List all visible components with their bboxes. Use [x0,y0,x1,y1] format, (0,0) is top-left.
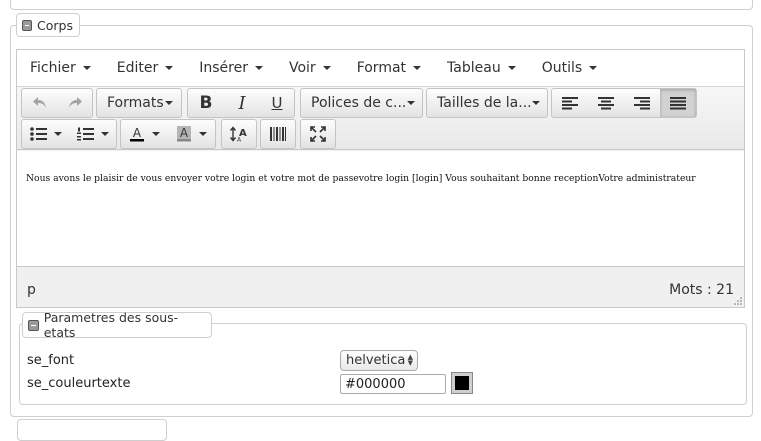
history-group [21,88,93,118]
next-fieldset-legend [17,419,167,441]
caret-down-icon [589,66,598,70]
bold-button[interactable]: B [188,89,224,117]
select-arrows-icon: ▲ ▼ [407,353,413,367]
top-panel [10,0,753,10]
color-group: A A [120,119,216,149]
undo-icon [33,97,46,108]
caret-down-icon [54,132,62,136]
list-group [21,119,117,149]
align-center-icon [598,97,614,110]
caret-down-icon [507,66,516,70]
svg-text:A: A [180,126,189,140]
alignment-group [551,88,697,118]
align-center-button[interactable] [588,89,624,117]
align-left-icon [562,97,578,110]
menu-inserer[interactable]: Insérer [186,50,276,86]
italic-button[interactable]: I [224,89,260,117]
word-count: Mots : 21 [669,282,734,298]
menu-tableau[interactable]: Tableau [434,50,529,86]
text-color-icon: A [130,126,144,142]
underline-button[interactable]: U [260,89,294,117]
formats-dropdown[interactable]: Formats [96,88,182,118]
editor-paragraph: Nous avons le plaisir de vous envoyer vo… [26,173,696,184]
font-size-button[interactable]: Tailles de la... [427,89,547,117]
corps-legend-label: Corps [37,17,73,33]
background-color-button[interactable]: A [169,120,215,148]
barcode-button[interactable] [261,120,295,148]
params-legend-label: Parametres des sous-etats [43,310,179,340]
caret-down-icon [165,101,173,105]
fullscreen-tool [300,119,336,149]
caret-down-icon [322,66,331,70]
caret-down-icon [407,101,415,105]
caret-down-icon [254,66,263,70]
redo-icon [69,97,82,108]
fullscreen-icon [310,126,326,142]
color-hex-input[interactable] [340,374,446,394]
font-size-dropdown[interactable]: Tailles de la... [426,88,548,118]
se-font-label: se_font [27,353,75,368]
text-style-group: B I U [187,88,295,118]
rich-text-editor: Fichier Editer Insérer Voir Format Table… [16,49,745,308]
caret-down-icon [165,66,174,70]
barcode-tool [260,119,296,149]
menu-outils[interactable]: Outils [529,50,610,86]
menu-format[interactable]: Format [344,50,434,86]
color-swatch-button[interactable] [451,372,473,394]
align-left-button[interactable] [552,89,588,117]
se-couleurtexte-label: se_couleurtexte [27,376,131,391]
caret-down-icon [152,132,160,136]
align-right-icon [634,97,650,110]
text-color-button[interactable]: A [121,120,169,148]
font-size-icon: AA [230,126,247,142]
caret-down-icon [413,66,422,70]
align-justify-button[interactable] [660,89,696,117]
resize-handle-icon[interactable] [734,297,742,305]
toolbar: Formats B I U Polices de c... Tailles de… [17,86,744,150]
background-color-icon: A [177,126,191,142]
collapse-icon[interactable] [22,19,33,31]
numbered-list-icon [77,127,94,141]
se-font-select[interactable]: helvetica ▲ ▼ [340,350,418,371]
align-right-button[interactable] [624,89,660,117]
barcode-icon [270,127,286,141]
align-justify-icon [670,97,686,110]
svg-text:A: A [133,126,142,140]
bullet-list-button[interactable] [22,120,70,148]
font-size-tool: AA [221,119,257,149]
redo-button[interactable] [58,89,92,117]
undo-button[interactable] [22,89,58,117]
editor-content[interactable]: Nous avons le plaisir de vous envoyer vo… [17,151,744,267]
font-family-dropdown[interactable]: Polices de c... [300,88,423,118]
corps-legend[interactable]: Corps [16,13,80,37]
font-size-adjust-button[interactable]: AA [222,120,256,148]
menubar: Fichier Editer Insérer Voir Format Table… [17,50,744,86]
numbered-list-button[interactable] [70,120,116,148]
font-family-button[interactable]: Polices de c... [301,89,422,117]
fullscreen-button[interactable] [301,120,335,148]
caret-down-icon [532,101,540,105]
menu-fichier[interactable]: Fichier [17,50,104,86]
color-swatch-fill [455,376,469,390]
menu-editer[interactable]: Editer [104,50,186,86]
params-legend[interactable]: Parametres des sous-etats [22,310,212,340]
menu-voir[interactable]: Voir [276,50,344,86]
collapse-icon[interactable] [28,319,39,331]
caret-down-icon [199,132,207,136]
bullet-list-icon [30,127,47,141]
caret-down-icon [101,132,109,136]
element-path[interactable]: p [27,282,36,298]
formats-button[interactable]: Formats [97,89,181,117]
statusbar: p Mots : 21 [17,267,744,307]
caret-down-icon [82,66,91,70]
